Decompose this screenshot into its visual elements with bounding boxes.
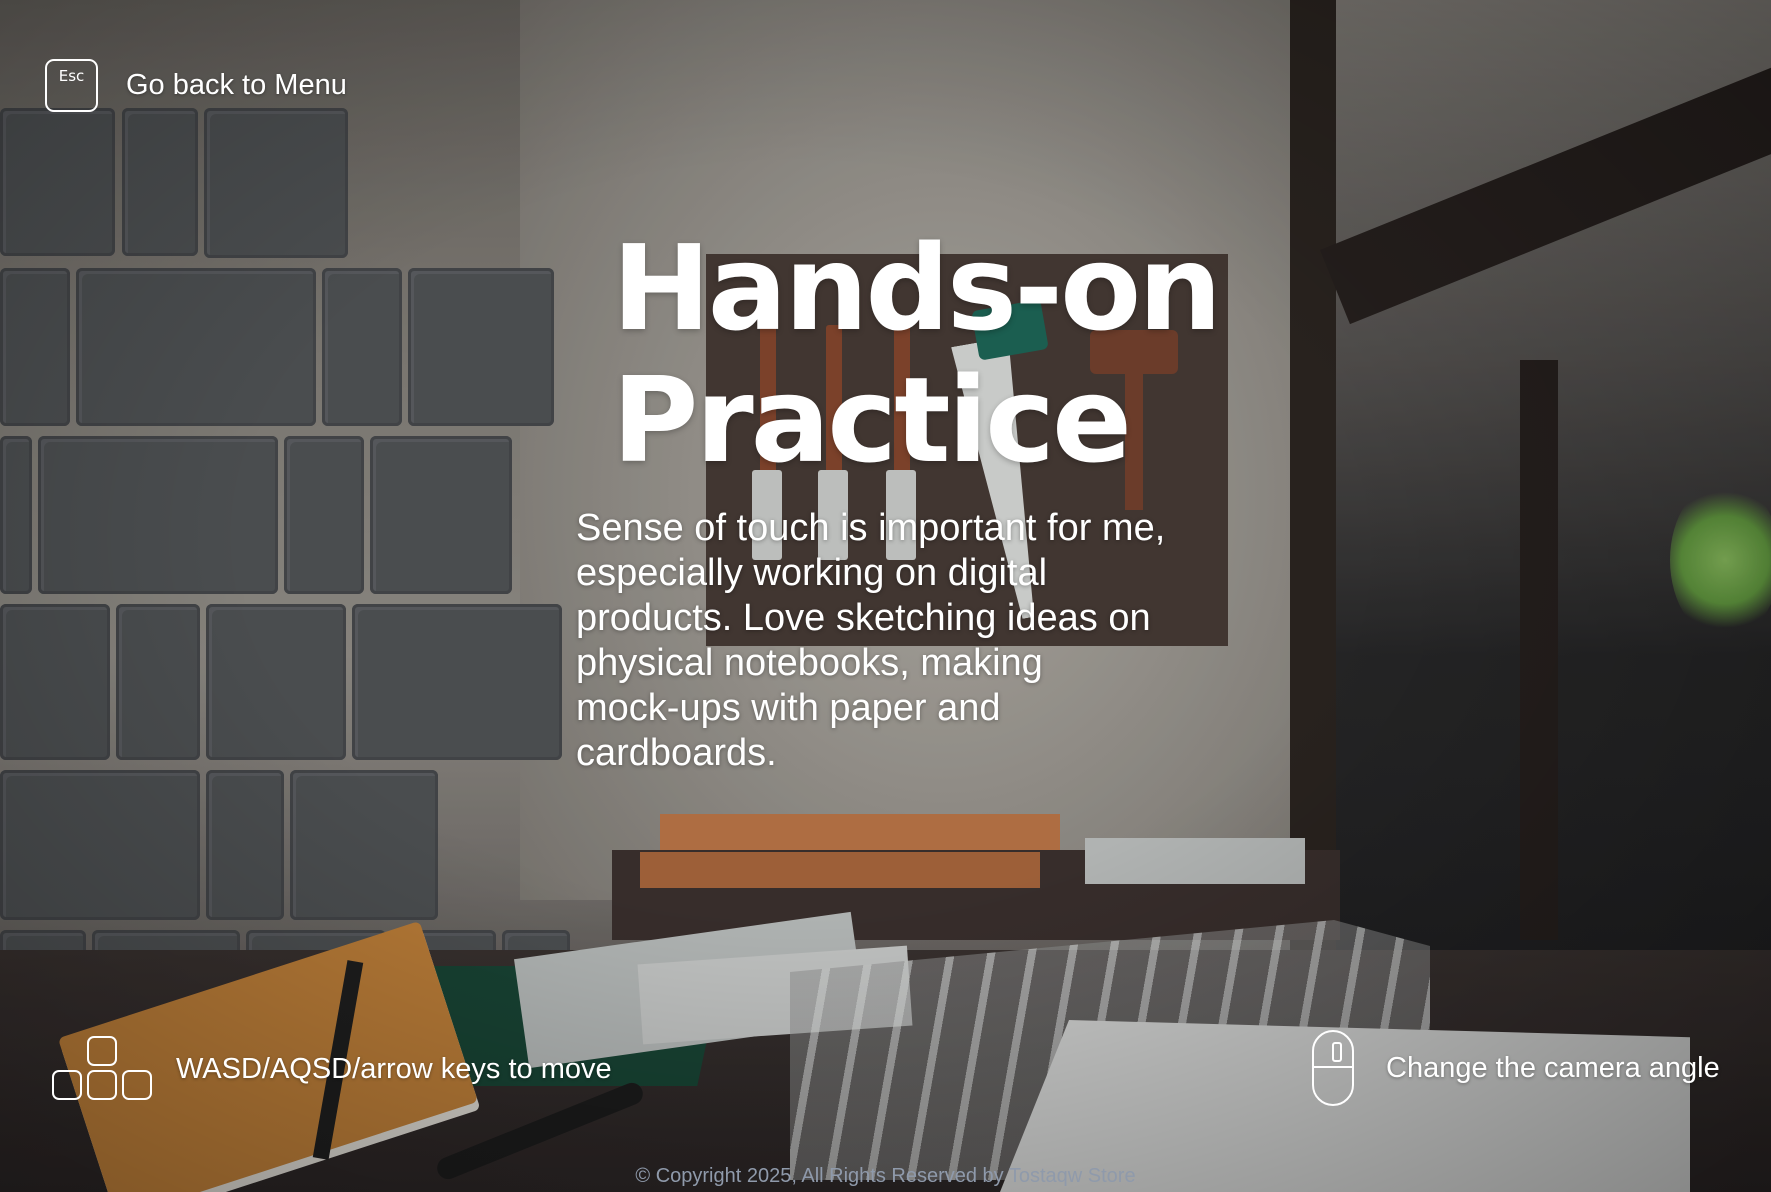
movement-hint-label: WASD/AQSD/arrow keys to move: [176, 1052, 612, 1085]
camera-hint: Change the camera angle: [1312, 1030, 1720, 1106]
esc-key-label: Esc: [58, 67, 85, 85]
description-line: especially working on digital: [576, 552, 1048, 594]
esc-key-icon: Esc: [45, 59, 98, 112]
movement-hint: WASD/AQSD/arrow keys to move: [52, 1036, 612, 1102]
section-description: Sense of touch is important for me, espe…: [576, 506, 1216, 776]
back-to-menu-button[interactable]: Esc Go back to Menu: [45, 59, 347, 112]
description-line: cardboards.: [576, 732, 777, 774]
description-line: products. Love sketching ideas on: [576, 597, 1151, 639]
camera-hint-label: Change the camera angle: [1386, 1051, 1720, 1084]
back-to-menu-label: Go back to Menu: [126, 69, 347, 101]
description-line: mock-ups with paper and: [576, 687, 1001, 729]
title-line-1: Hands-on: [612, 219, 1222, 357]
section-title: Hands-on Practice: [612, 219, 1222, 489]
keyboard-keys-icon: [52, 1036, 152, 1102]
title-line-2: Practice: [612, 351, 1132, 489]
description-line: physical notebooks, making: [576, 642, 1043, 684]
mouse-icon: [1312, 1030, 1354, 1106]
copyright-text: © Copyright 2025, All Rights Reserved by…: [635, 1165, 1136, 1187]
description-line: Sense of touch is important for me,: [576, 507, 1166, 549]
